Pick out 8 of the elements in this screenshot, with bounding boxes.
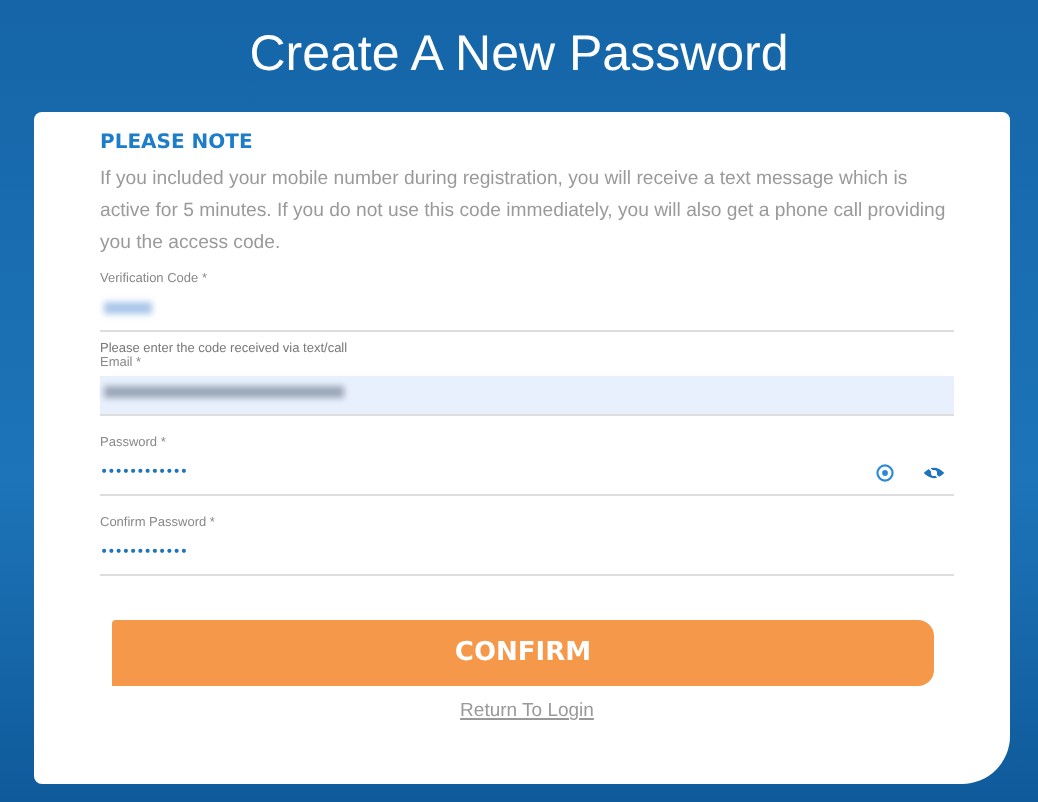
return-to-login-link[interactable]: Return To Login [460,700,594,722]
page-title: Create A New Password [247,24,791,86]
help-icon[interactable] [876,463,894,481]
redacted-value [104,302,152,314]
eye-slash-icon[interactable] [922,463,946,481]
note-heading: PLEASE NOTE [100,132,255,154]
note-text: If you included your mobile number during registration, you will receive a text message which is active for 5 minutes. If you do not use this code immediately, you will also get a phone call providing you the access code. [100,166,948,258]
input-field[interactable] [100,376,954,416]
